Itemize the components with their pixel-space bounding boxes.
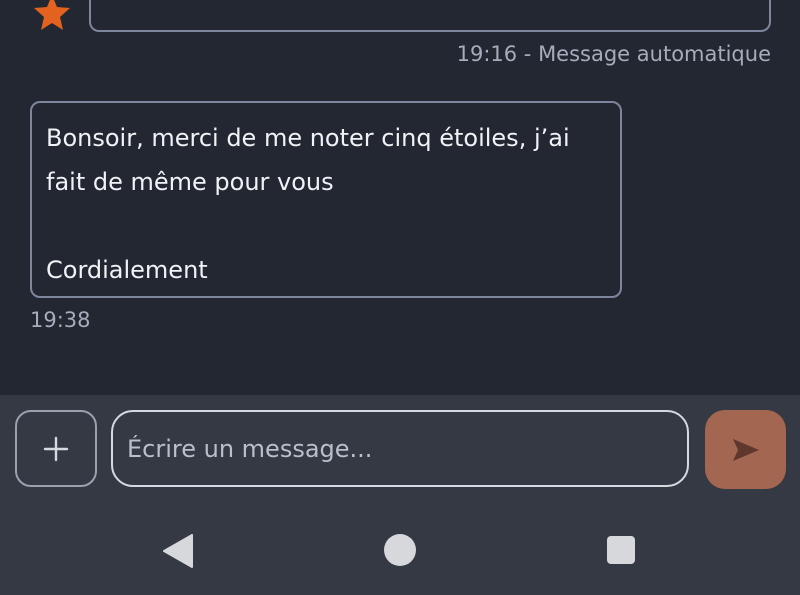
previous-message-bubble xyxy=(89,0,771,32)
plus-icon xyxy=(43,436,69,461)
triangle-back-icon[interactable] xyxy=(162,534,194,568)
message-composer xyxy=(0,395,800,510)
chat-thread: 19:16 - Message automatique Bonsoir, mer… xyxy=(0,0,800,395)
attach-button[interactable] xyxy=(15,410,97,487)
system-navigation-bar xyxy=(0,510,800,595)
meta-separator: - xyxy=(517,42,539,66)
previous-message-meta: 19:16 - Message automatique xyxy=(457,42,771,66)
star-icon xyxy=(34,0,70,30)
square-recents-icon[interactable] xyxy=(607,536,635,564)
message-time: 19:38 xyxy=(30,308,91,332)
previous-message-time: 19:16 xyxy=(456,42,518,66)
message-bubble: Bonsoir, merci de me noter cinq étoiles,… xyxy=(30,101,622,298)
message-input[interactable] xyxy=(111,410,689,487)
circle-home-icon[interactable] xyxy=(384,534,416,566)
send-icon xyxy=(732,438,759,461)
send-button[interactable] xyxy=(705,410,786,489)
auto-message-label: Message automatique xyxy=(538,42,771,66)
